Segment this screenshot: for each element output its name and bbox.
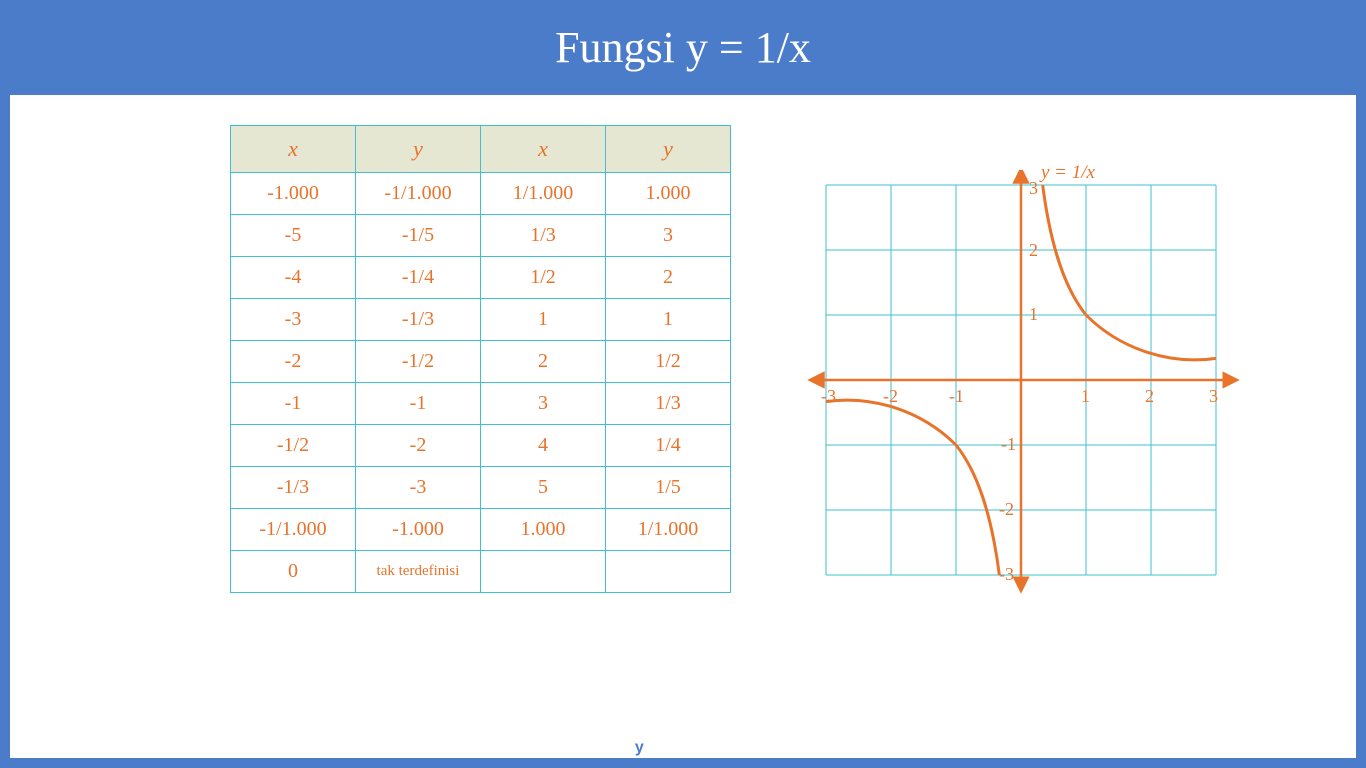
svg-text:1: 1 [1081, 386, 1090, 406]
col-y2: y [606, 126, 731, 173]
brand-logo-icon: y [630, 738, 650, 758]
reciprocal-chart: -3 -2 -1 1 2 3 -3 -2 -1 1 2 3 [801, 170, 1241, 600]
values-table: x y x y -1.000 -1/1.000 1/1.000 1.000 -5… [230, 125, 731, 593]
svg-text:-1: -1 [1001, 434, 1016, 454]
values-table-wrap: x y x y -1.000 -1/1.000 1/1.000 1.000 -5… [230, 125, 731, 593]
table-row: -1/2 -2 4 1/4 [231, 425, 731, 467]
table-row: -1 -1 3 1/3 [231, 383, 731, 425]
brand-text: UKSINAU [652, 738, 736, 758]
chart-equation-label: y = 1/x [1041, 162, 1095, 184]
footer-brand: yUKSINAU [0, 738, 1366, 758]
svg-text:-3: -3 [821, 386, 836, 406]
svg-text:-2: -2 [999, 499, 1014, 519]
col-y1: y [356, 126, 481, 173]
svg-text:1: 1 [1029, 304, 1038, 324]
table-row: -1/3 -3 5 1/5 [231, 467, 731, 509]
chart-area: y = 1/x [801, 170, 1241, 600]
table-row: -3 -1/3 1 1 [231, 299, 731, 341]
svg-text:3: 3 [1209, 386, 1218, 406]
main-content: x y x y -1.000 -1/1.000 1/1.000 1.000 -5… [10, 95, 1356, 758]
svg-text:2: 2 [1145, 386, 1154, 406]
svg-text:-2: -2 [883, 386, 898, 406]
svg-text:3: 3 [1029, 178, 1038, 198]
curve-negative-branch [826, 400, 999, 575]
table-row: -2 -1/2 2 1/2 [231, 341, 731, 383]
table-row: -5 -1/5 1/3 3 [231, 215, 731, 257]
table-row: -1.000 -1/1.000 1/1.000 1.000 [231, 173, 731, 215]
page-title: Fungsi y = 1/x [0, 0, 1366, 95]
svg-text:-1: -1 [949, 386, 964, 406]
svg-text:2: 2 [1029, 240, 1038, 260]
curve-positive-branch [1043, 185, 1216, 360]
table-row: 0 tak terdefinisi [231, 551, 731, 593]
table-row: -4 -1/4 1/2 2 [231, 257, 731, 299]
svg-text:-3: -3 [999, 564, 1014, 584]
col-x2: x [481, 126, 606, 173]
table-row: -1/1.000 -1.000 1.000 1/1.000 [231, 509, 731, 551]
col-x1: x [231, 126, 356, 173]
